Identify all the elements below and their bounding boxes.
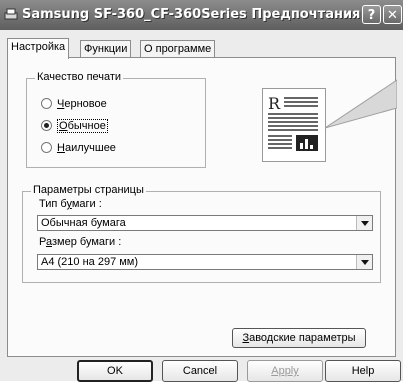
paper-size-select[interactable]: A4 (210 на 297 мм) <box>37 254 373 270</box>
radio-draft-dot[interactable] <box>41 97 52 109</box>
tab-features[interactable]: Функции <box>80 40 132 57</box>
title-bar[interactable]: Samsung SF-360_CF-360Series Предпочтания… <box>0 0 403 30</box>
print-quality-legend: Качество печати <box>35 71 124 83</box>
help-button[interactable]: Help <box>325 360 401 382</box>
paper-type-label: Тип бумаги : <box>39 198 102 210</box>
close-button[interactable]: ✕ <box>383 5 402 24</box>
radio-normal-label: Обычное <box>57 119 108 133</box>
paper-type-select[interactable]: Обычная бумага <box>37 215 373 231</box>
window-title: Samsung SF-360_CF-360Series Предпочтания… <box>22 7 380 22</box>
apply-button[interactable]: Apply <box>247 360 323 382</box>
radio-best[interactable]: Наилучшее <box>41 141 116 155</box>
tab-about[interactable]: О программе <box>140 40 216 57</box>
print-quality-group: Качество печати Черновое Обычное Наилучш… <box>26 71 206 168</box>
ok-button[interactable]: OK <box>77 360 153 382</box>
radio-draft[interactable]: Черновое <box>41 97 107 111</box>
page-params-group: Параметры страницы Тип бумаги : Обычная … <box>22 184 381 283</box>
printer-app-icon <box>4 8 18 20</box>
page-preview: R <box>262 88 326 162</box>
radio-best-dot[interactable] <box>41 141 52 153</box>
page-params-legend: Параметры страницы <box>31 184 146 196</box>
paper-type-value: Обычная бумага <box>41 217 126 229</box>
radio-normal[interactable]: Обычное <box>41 119 108 133</box>
preview-pointer-graphic <box>325 79 397 129</box>
preview-letter: R <box>268 94 281 113</box>
cancel-button[interactable]: Cancel <box>162 360 238 382</box>
help-title-button[interactable]: ? <box>362 5 381 24</box>
page-preview-graphic: R <box>268 94 318 151</box>
factory-defaults-button[interactable]: Заводские параметры <box>232 328 366 348</box>
tab-settings[interactable]: Настройка <box>7 38 70 59</box>
chevron-down-icon[interactable] <box>356 216 372 230</box>
settings-panel: Качество печати Черновое Обычное Наилучш… <box>7 57 397 357</box>
paper-size-value: A4 (210 на 297 мм) <box>41 256 139 268</box>
printer-preferences-window: Samsung SF-360_CF-360Series Предпочтания… <box>0 0 403 382</box>
radio-draft-label: Черновое <box>57 98 107 110</box>
radio-normal-dot[interactable] <box>41 119 52 131</box>
paper-size-label: Размер бумаги : <box>39 236 122 248</box>
radio-best-label: Наилучшее <box>57 142 116 154</box>
chevron-down-icon[interactable] <box>356 255 372 269</box>
